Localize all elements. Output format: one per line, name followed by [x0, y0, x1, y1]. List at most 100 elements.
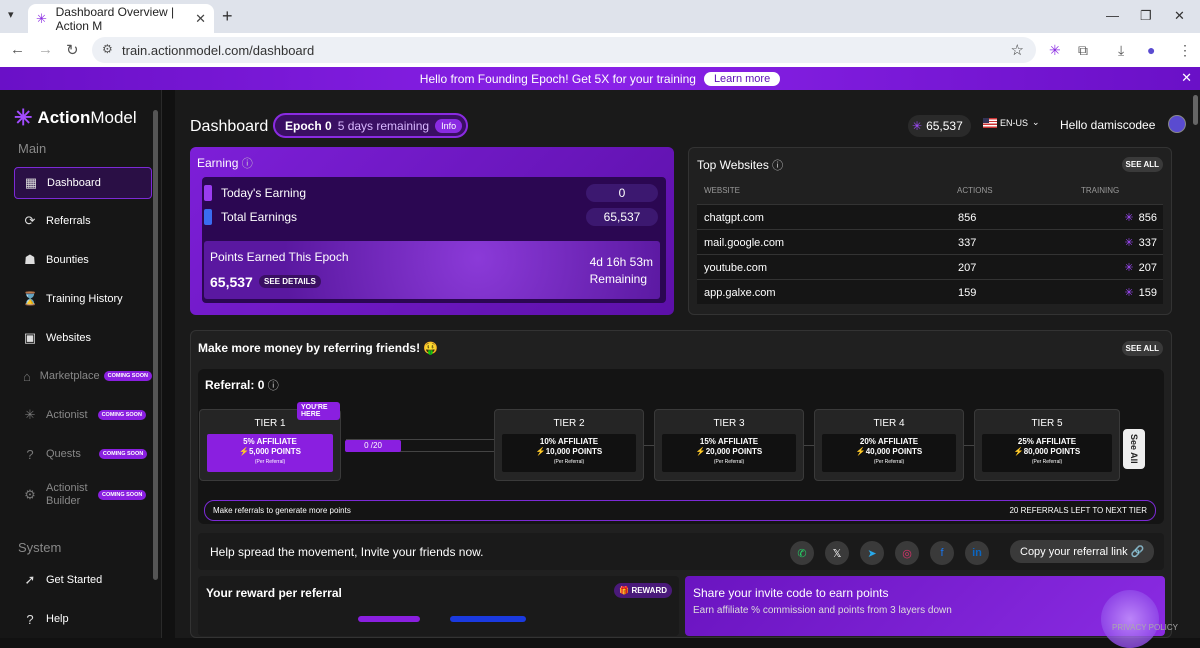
linkedin-icon[interactable]: in	[965, 541, 989, 565]
table-row[interactable]: youtube.com 207 ✳ 207	[697, 254, 1163, 279]
learn-more-button[interactable]: Learn more	[703, 71, 781, 86]
sidebar-item-actionist[interactable]: ✳ Actionist COMING SOON	[14, 399, 152, 431]
see-all-referral-button[interactable]: SEE ALL	[1121, 341, 1163, 356]
copy-referral-link-button[interactable]: Copy your referral link 🔗	[1010, 540, 1155, 563]
coming-soon-badge: COMING SOON	[98, 490, 147, 500]
address-bar[interactable]: ⚙ train.actionmodel.com/dashboard ☆	[92, 37, 1036, 63]
logo-icon: ✳	[14, 105, 33, 130]
site-info-icon[interactable]: ⚙	[102, 42, 113, 56]
training-cell: ✳ 337	[1124, 236, 1157, 250]
referral-card: Make more money by referring friends! 🤑 …	[190, 330, 1172, 648]
instagram-icon[interactable]: ◎	[895, 541, 919, 565]
earning-inner: Today's Earning 0 Total Earnings 65,537 …	[202, 177, 666, 303]
tier-card[interactable]: TIER 3 15% AFFILIATE ⚡20,000 POINTS (Per…	[654, 409, 804, 481]
main-scrollbar[interactable]	[1193, 95, 1198, 125]
tier-reward: 20% AFFILIATE ⚡40,000 POINTS (Per Referr…	[822, 434, 956, 472]
sidebar-item-quests[interactable]: ? Quests COMING SOON	[14, 438, 152, 470]
close-tab-icon[interactable]: ✕	[195, 11, 206, 27]
share-text: Help spread the movement, Invite your fr…	[210, 545, 484, 559]
logo[interactable]: ✳ Action Model	[14, 105, 137, 131]
back-icon[interactable]: ←	[10, 41, 25, 58]
remaining-label: Remaining	[589, 272, 647, 286]
sidebar-item-label: Actionist	[46, 409, 88, 421]
sidebar-item-marketplace[interactable]: ⌂ Marketplace COMING SOON	[14, 360, 152, 392]
sidebar-item-training-history[interactable]: ⌛ Training History	[14, 283, 152, 315]
sidebar-item-actionist-builder[interactable]: ⚙ Actionist Builder COMING SOON	[14, 477, 152, 513]
sidebar-item-label: Training History	[46, 293, 123, 305]
tier-card[interactable]: YOU'RE HERE TIER 1 5% AFFILIATE ⚡5,000 P…	[199, 402, 341, 481]
extensions-puzzle-icon[interactable]: ⧉	[1078, 42, 1088, 59]
table-row[interactable]: mail.google.com 337 ✳ 337	[697, 229, 1163, 254]
training-cell: ✳ 207	[1124, 261, 1157, 275]
menu-dots-icon[interactable]: ⋮	[1178, 42, 1192, 59]
main-content: Dashboard Epoch 0 5 days remaining Info …	[175, 90, 1200, 648]
see-all-websites-button[interactable]: SEE ALL	[1121, 157, 1163, 172]
sidebar: ✳ Action Model Main ▦ Dashboard ⟳ Referra…	[0, 90, 162, 638]
referral-status-bar: Make referrals to generate more points 2…	[204, 500, 1156, 521]
time-left: 4d 16h 53m	[589, 255, 653, 269]
table-row[interactable]: app.galxe.com 159 ✳ 159	[697, 279, 1163, 304]
tab-search-icon[interactable]: ▾	[8, 8, 24, 24]
close-banner-icon[interactable]: ✕	[1181, 70, 1192, 86]
tier-name: TIER 1	[254, 418, 286, 429]
gift-icon: 🎁	[619, 586, 630, 595]
info-icon: ⓘ	[241, 158, 253, 170]
sidebar-item-referrals[interactable]: ⟳ Referrals	[14, 205, 152, 237]
sidebar-item-label: Actionist Builder	[46, 482, 88, 507]
language-selector[interactable]: EN-US ⌄	[983, 117, 1040, 128]
telegram-icon[interactable]: ➤	[860, 541, 884, 565]
us-flag-icon	[983, 117, 997, 128]
builder-icon: ⚙	[24, 487, 36, 502]
see-details-button[interactable]: SEE DETAILS	[259, 275, 321, 288]
actionist-icon: ✳	[24, 407, 36, 422]
points-icon: ✳	[912, 119, 923, 133]
sidebar-item-get-started[interactable]: ➚ Get Started	[14, 564, 152, 596]
x-twitter-icon[interactable]: 𝕏	[825, 541, 849, 565]
column-header-training: TRAINING	[1081, 186, 1120, 195]
sidebar-item-bounties[interactable]: ☗ Bounties	[14, 244, 152, 276]
facebook-icon[interactable]: f	[930, 541, 954, 565]
todays-earning-row: Today's Earning 0	[204, 183, 664, 203]
sidebar-item-websites[interactable]: ▣ Websites	[14, 322, 152, 354]
forward-icon[interactable]: →	[38, 41, 53, 58]
epoch-info-button[interactable]: Info	[435, 118, 463, 133]
websites-icon: ▣	[23, 330, 37, 345]
sidebar-item-help[interactable]: ? Help	[14, 603, 152, 635]
tier-name: TIER 3	[713, 418, 745, 429]
info-icon: ⓘ	[772, 160, 784, 172]
sidebar-item-dashboard[interactable]: ▦ Dashboard	[14, 167, 152, 199]
tier-card[interactable]: TIER 4 20% AFFILIATE ⚡40,000 POINTS (Per…	[814, 409, 964, 481]
avatar[interactable]	[1168, 115, 1186, 133]
tier-name: TIER 5	[1031, 418, 1063, 429]
language-label: EN-US	[1000, 117, 1029, 128]
whatsapp-icon[interactable]: ✆	[790, 541, 814, 565]
see-all-tiers-button[interactable]: See All	[1123, 429, 1145, 469]
new-tab-icon[interactable]: +	[222, 6, 233, 27]
rocket-icon: ➚	[24, 572, 36, 587]
bounty-icon: ☗	[24, 252, 36, 267]
table-row[interactable]: chatgpt.com 856 ✳ 856	[697, 204, 1163, 229]
todays-earning-value: 0	[586, 184, 658, 202]
profile-icon[interactable]: ●	[1147, 42, 1155, 58]
sidebar-item-label: Dashboard	[47, 177, 101, 189]
close-window-icon[interactable]: ✕	[1174, 8, 1185, 24]
sidebar-item-label: Quests	[46, 448, 81, 460]
sidebar-scrollbar[interactable]	[153, 110, 158, 580]
tier-card[interactable]: TIER 5 25% AFFILIATE ⚡80,000 POINTS (Per…	[974, 409, 1120, 481]
restore-icon[interactable]: ❐	[1140, 8, 1152, 24]
browser-tab-bar: ▾ ✳ Dashboard Overview | Action M ✕ + — …	[0, 0, 1200, 33]
coming-soon-badge: COMING SOON	[98, 449, 148, 459]
download-icon[interactable]: ⤓	[1118, 42, 1124, 59]
epoch-label: Epoch 0	[285, 118, 332, 133]
bookmark-star-icon[interactable]: ☆	[1011, 41, 1024, 59]
referral-count: Referral: 0 ⓘ	[205, 378, 279, 392]
sidebar-item-label: Get Started	[46, 574, 103, 586]
reload-icon[interactable]: ↻	[66, 41, 79, 59]
invite-title: Share your invite code to earn points	[693, 586, 889, 600]
minimize-icon[interactable]: —	[1106, 8, 1119, 23]
tier-card[interactable]: TIER 2 10% AFFILIATE ⚡10,000 POINTS (Per…	[494, 409, 644, 481]
browser-tab[interactable]: ✳ Dashboard Overview | Action M ✕	[28, 4, 214, 33]
extension-actionmodel-icon[interactable]: ✳	[1049, 42, 1061, 59]
link-icon: 🔗	[1130, 546, 1145, 558]
privacy-policy-link[interactable]: PRIVACY POLICY	[1112, 623, 1178, 632]
